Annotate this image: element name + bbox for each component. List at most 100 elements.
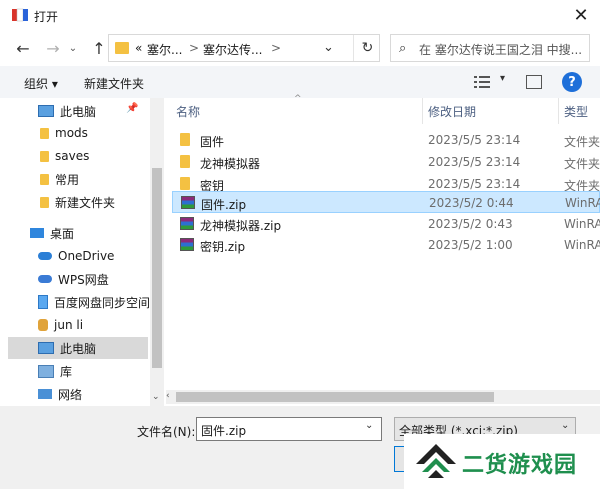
onedrive-icon (38, 252, 52, 260)
chevron-down-icon[interactable]: ⌄ (561, 420, 569, 431)
horizontal-scrollbar[interactable]: ‹ (166, 390, 600, 404)
horizontal-scrollbar-thumb[interactable] (176, 392, 494, 402)
navigation-pane: 此电脑 📌 mods saves 常用 新建文件夹 桌面 OneDrive WP… (8, 98, 164, 406)
user-icon (38, 319, 48, 331)
nav-item-label: WPS网盘 (58, 272, 109, 287)
file-row[interactable]: 固件 2023/5/5 23:14 文件夹 (172, 129, 600, 151)
file-date: 2023/5/2 0:44 (429, 196, 514, 210)
help-icon[interactable]: ? (562, 72, 582, 92)
file-name: 固件 (200, 135, 225, 149)
address-overflow[interactable]: « (135, 41, 142, 55)
refresh-icon: ↻ (361, 40, 374, 56)
nav-item-onedrive[interactable]: OneDrive (8, 245, 148, 267)
file-type: 文件夹 (564, 157, 600, 171)
file-type: WinRAR (564, 217, 600, 231)
refresh-button[interactable]: ↻ (353, 35, 381, 61)
nav-item-label: mods (55, 126, 88, 140)
winrar-archive-icon (180, 217, 194, 230)
address-segment[interactable]: 塞尔达传... (203, 41, 262, 58)
nav-scrollbar[interactable]: ⌄ (150, 98, 164, 406)
close-icon: ✕ (573, 4, 589, 26)
file-list: ^ 名称 修改日期 类型 固件 2023/5/5 23:14 文件夹 龙神模拟器… (166, 94, 600, 404)
chevron-left-icon[interactable]: ‹ (166, 391, 170, 401)
nav-item-this-pc-selected[interactable]: 此电脑 (8, 337, 148, 359)
file-row[interactable]: 龙神模拟器.zip 2023/5/2 0:43 WinRAR (172, 213, 600, 235)
nav-item-label: 桌面 (50, 226, 75, 241)
nav-item-mods[interactable]: mods (8, 122, 148, 144)
file-row[interactable]: 密钥.zip 2023/5/2 1:00 WinRAR (172, 234, 600, 256)
folder-icon (180, 177, 190, 190)
nav-item-new-folder[interactable]: 新建文件夹 (8, 191, 148, 213)
nav-item-label: jun li (54, 318, 84, 332)
app-icon (12, 8, 28, 22)
address-segment[interactable]: 塞尔... (147, 41, 182, 58)
column-header-name[interactable]: 名称 (176, 98, 200, 124)
file-name: 龙神模拟器 (200, 157, 261, 171)
folder-icon (180, 155, 190, 168)
forward-button[interactable]: → (40, 35, 66, 61)
file-type: 文件夹 (564, 135, 600, 149)
nav-item-wps-cloud[interactable]: WPS网盘 (8, 268, 148, 290)
nav-item-label: 库 (60, 364, 73, 379)
library-icon (38, 364, 54, 378)
window-title: 打开 (34, 10, 59, 24)
view-options-icon[interactable] (474, 75, 490, 89)
nav-item-desktop[interactable]: 桌面 (8, 222, 148, 244)
address-bar[interactable]: « 塞尔... > 塞尔达传... > ⌄ ↻ (108, 34, 380, 62)
baidu-disk-icon (38, 295, 48, 309)
file-type: WinRAR (565, 196, 600, 210)
nav-item-label: 百度网盘同步空间 (53, 295, 150, 310)
chevron-down-icon[interactable]: ⌄ (323, 40, 334, 55)
folder-icon (115, 42, 129, 54)
search-input[interactable]: 在 塞尔达传说王国之泪 中搜... (419, 41, 582, 58)
folder-icon (40, 196, 49, 208)
filename-input[interactable]: 固件.zip ⌄ (196, 417, 382, 441)
file-row[interactable]: 龙神模拟器 2023/5/5 23:14 文件夹 (172, 151, 600, 173)
nav-item-library[interactable]: 库 (8, 360, 148, 382)
nav-item-user[interactable]: jun li (8, 314, 148, 336)
file-date: 2023/5/5 23:14 (428, 133, 521, 147)
address-separator[interactable]: > (189, 41, 199, 55)
nav-item-saves[interactable]: saves (8, 145, 148, 167)
column-separator[interactable] (558, 98, 559, 124)
file-date: 2023/5/2 0:43 (428, 217, 513, 231)
column-header-date[interactable]: 修改日期 (428, 98, 476, 124)
nav-item-label: 此电脑 (60, 104, 97, 119)
back-button[interactable]: ← (10, 35, 36, 61)
nav-item-common[interactable]: 常用 (8, 168, 148, 190)
folder-icon (180, 133, 190, 146)
nav-item-label: 此电脑 (60, 341, 97, 356)
chevron-down-icon[interactable]: ⌄ (365, 420, 373, 431)
watermark-text: 二货游戏园 (462, 453, 578, 478)
search-box[interactable]: ⌕ 在 塞尔达传说王国之泪 中搜... (390, 34, 590, 62)
nav-item-baidu-disk[interactable]: 百度网盘同步空间 (8, 291, 150, 313)
file-name: 密钥.zip (200, 240, 246, 254)
nav-item-network[interactable]: 网络 (8, 383, 148, 405)
close-button[interactable]: ✕ (562, 0, 600, 30)
nav-scrollbar-thumb[interactable] (152, 168, 162, 368)
folder-icon (40, 127, 49, 139)
computer-icon (38, 105, 54, 117)
preview-pane-icon[interactable] (526, 75, 542, 89)
nav-item-label: 新建文件夹 (55, 195, 116, 210)
organize-button[interactable]: 组织 ▾ (24, 75, 58, 92)
nav-item-label: 网络 (58, 387, 83, 402)
file-date: 2023/5/5 23:14 (428, 177, 521, 191)
nav-item-label: saves (55, 149, 90, 163)
column-separator[interactable] (422, 98, 423, 124)
pin-icon[interactable]: 📌 (126, 103, 138, 114)
computer-icon (38, 342, 54, 354)
column-header-type[interactable]: 类型 (564, 98, 588, 124)
address-separator[interactable]: > (271, 41, 281, 55)
file-row-selected[interactable]: 固件.zip 2023/5/2 0:44 WinRAR (172, 191, 600, 213)
open-button[interactable] (394, 446, 404, 472)
nav-item-label: 常用 (55, 172, 80, 187)
new-folder-button[interactable]: 新建文件夹 (84, 75, 144, 92)
arrow-left-icon: ← (16, 38, 30, 58)
arrow-up-icon: ↑ (92, 38, 106, 58)
chevron-down-icon[interactable]: ⌄ (152, 392, 160, 402)
file-type: WinRAR (564, 238, 600, 252)
winrar-archive-icon (181, 196, 195, 209)
recent-locations-button[interactable]: ⌄ (64, 35, 82, 61)
view-dropdown-icon[interactable]: ▾ (500, 73, 505, 84)
